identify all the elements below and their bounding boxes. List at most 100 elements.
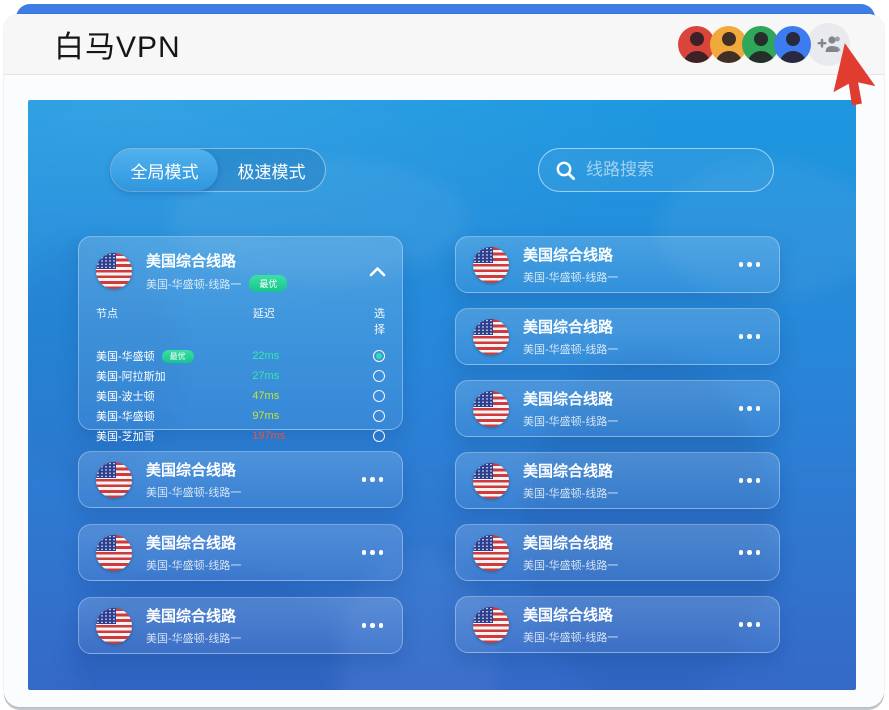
us-flag-icon <box>473 534 509 571</box>
us-flag-icon <box>473 246 509 283</box>
line-card[interactable]: 美国综合线路 美国-华盛顿-线路一 <box>455 596 780 653</box>
card-title: 美国综合线路 <box>523 535 614 552</box>
card-subtitle: 美国-华盛顿-线路一 <box>146 560 242 572</box>
card-subtitle: 美国-华盛顿-线路一 <box>523 560 619 572</box>
us-flag-icon <box>473 462 509 499</box>
node-radio[interactable] <box>373 410 385 422</box>
card-title: 美国综合线路 <box>523 463 614 480</box>
toolbar: 全局模式 极速模式 <box>110 148 774 192</box>
titlebar: 白马VPN <box>4 14 884 75</box>
line-card[interactable]: 美国综合线路 美国-华盛顿-线路一 <box>455 380 780 437</box>
app-window: 白马VPN 全局模式 极速模式 线路搜索 美国综合线路 美国-华盛顿-线路一 最… <box>4 14 884 707</box>
node-row[interactable]: 美国-波士顿 47ms <box>96 386 385 406</box>
line-card[interactable]: 美国综合线路 美国-华盛顿-线路一 <box>78 451 403 508</box>
node-radio[interactable] <box>373 350 385 362</box>
node-row[interactable]: 美国-华盛顿 最优 22ms <box>96 346 385 366</box>
card-title: 美国综合线路 <box>523 391 614 408</box>
more-options-button[interactable] <box>737 472 763 489</box>
column-node: 节点 <box>96 308 118 320</box>
avatar-group <box>678 22 850 66</box>
latency-value: 97ms <box>252 410 280 422</box>
tab-speed-mode[interactable]: 极速模式 <box>218 149 325 191</box>
node-row[interactable]: 美国-芝加哥 197ms <box>96 426 385 446</box>
node-radio[interactable] <box>373 430 385 442</box>
card-subtitle: 美国-华盛顿-线路一 <box>146 487 242 499</box>
line-card-expanded[interactable]: 美国综合线路 美国-华盛顿-线路一 最优 节点 延迟 选择 美国-华盛顿 最优 … <box>78 236 403 443</box>
us-flag-icon <box>473 390 509 427</box>
window-content: 全局模式 极速模式 线路搜索 美国综合线路 美国-华盛顿-线路一 最优 节点 延… <box>4 75 884 707</box>
line-card-columns: 美国综合线路 美国-华盛顿-线路一 最优 节点 延迟 选择 美国-华盛顿 最优 … <box>78 236 780 670</box>
us-flag-icon <box>96 607 132 644</box>
card-title: 美国综合线路 <box>146 253 237 270</box>
card-title: 美国综合线路 <box>146 462 237 479</box>
node-table-header: 节点 延迟 选择 <box>96 305 385 337</box>
us-flag-icon <box>96 461 132 498</box>
app-title: 白马VPN <box>54 31 181 64</box>
card-subtitle: 美国-华盛顿-线路一 <box>523 344 619 356</box>
line-card[interactable]: 美国综合线路 美国-华盛顿-线路一 <box>455 236 780 293</box>
tab-global-mode[interactable]: 全局模式 <box>111 149 218 191</box>
node-row[interactable]: 美国-华盛顿 97ms <box>96 406 385 426</box>
more-options-button[interactable] <box>360 471 386 488</box>
node-name: 美国-芝加哥 <box>96 431 155 443</box>
latency-value: 22ms <box>252 350 280 362</box>
card-subtitle: 美国-华盛顿-线路一 <box>523 416 619 428</box>
screen: 白马VPN 全局模式 极速模式 线路搜索 美国综合线路 美国-华盛顿-线路一 最… <box>0 0 889 710</box>
card-title: 美国综合线路 <box>146 608 237 625</box>
node-row[interactable]: 美国-阿拉斯加 27ms <box>96 366 385 386</box>
optimal-badge: 最优 <box>249 275 288 292</box>
left-column: 美国综合线路 美国-华盛顿-线路一 最优 节点 延迟 选择 美国-华盛顿 最优 … <box>78 236 403 670</box>
line-card[interactable]: 美国综合线路 美国-华盛顿-线路一 <box>455 524 780 581</box>
us-flag-icon <box>96 534 132 571</box>
line-card[interactable]: 美国综合线路 美国-华盛顿-线路一 <box>78 597 403 654</box>
search-box[interactable] <box>538 148 774 192</box>
node-table: 节点 延迟 选择 美国-华盛顿 最优 22ms 美国-阿拉斯加 27ms 美国-… <box>79 305 402 446</box>
more-options-button[interactable] <box>737 256 763 273</box>
more-options-button[interactable] <box>737 328 763 345</box>
chevron-up-icon <box>369 266 386 277</box>
column-latency: 延迟 <box>252 308 275 320</box>
card-subtitle: 美国-华盛顿-线路一 <box>523 488 619 500</box>
card-subtitle: 美国-华盛顿-线路一 最优 <box>146 275 288 292</box>
more-options-button[interactable] <box>360 617 386 634</box>
us-flag-icon <box>96 253 132 289</box>
line-card[interactable]: 美国综合线路 美国-华盛顿-线路一 <box>455 308 780 365</box>
more-options-button[interactable] <box>737 544 763 561</box>
node-radio[interactable] <box>373 370 385 382</box>
more-options-button[interactable] <box>360 544 386 561</box>
node-radio[interactable] <box>373 390 385 402</box>
latency-value: 27ms <box>252 370 280 382</box>
more-options-button[interactable] <box>737 400 763 417</box>
node-name: 美国-波士顿 <box>96 391 155 403</box>
card-subtitle: 美国-华盛顿-线路一 <box>146 633 242 645</box>
avatar[interactable] <box>774 25 811 63</box>
line-card[interactable]: 美国综合线路 美国-华盛顿-线路一 <box>78 524 403 581</box>
us-flag-icon <box>473 606 509 643</box>
us-flag-icon <box>473 318 509 355</box>
card-text: 美国综合线路 美国-华盛顿-线路一 最优 <box>146 250 288 292</box>
latency-value: 197ms <box>252 430 286 442</box>
optimal-badge: 最优 <box>161 349 194 363</box>
card-title: 美国综合线路 <box>146 535 237 552</box>
line-card[interactable]: 美国综合线路 美国-华盛顿-线路一 <box>455 452 780 509</box>
mode-tabs: 全局模式 极速模式 <box>110 148 326 192</box>
more-options-button[interactable] <box>737 616 763 633</box>
card-title: 美国综合线路 <box>523 319 614 336</box>
column-select: 选择 <box>374 308 385 336</box>
add-user-icon <box>817 34 841 54</box>
latency-value: 47ms <box>252 390 280 402</box>
card-subtitle: 美国-华盛顿-线路一 <box>523 632 619 644</box>
card-subtitle: 美国-华盛顿-线路一 <box>523 272 619 284</box>
expanded-card-header: 美国综合线路 美国-华盛顿-线路一 最优 <box>79 237 402 292</box>
vpn-panel: 全局模式 极速模式 线路搜索 美国综合线路 美国-华盛顿-线路一 最优 节点 延… <box>28 100 856 690</box>
collapse-button[interactable] <box>363 260 392 283</box>
search-icon <box>555 160 576 181</box>
node-name: 美国-阿拉斯加 <box>96 371 166 383</box>
right-column: 美国综合线路 美国-华盛顿-线路一 美国综合线路 美国-华盛顿-线路一 美国综合… <box>455 236 780 670</box>
node-name: 美国-华盛顿 <box>96 351 155 363</box>
search-input[interactable] <box>586 160 757 180</box>
card-title: 美国综合线路 <box>523 607 614 624</box>
node-name: 美国-华盛顿 <box>96 411 155 423</box>
add-user-button[interactable] <box>807 22 850 66</box>
card-title: 美国综合线路 <box>523 247 614 264</box>
